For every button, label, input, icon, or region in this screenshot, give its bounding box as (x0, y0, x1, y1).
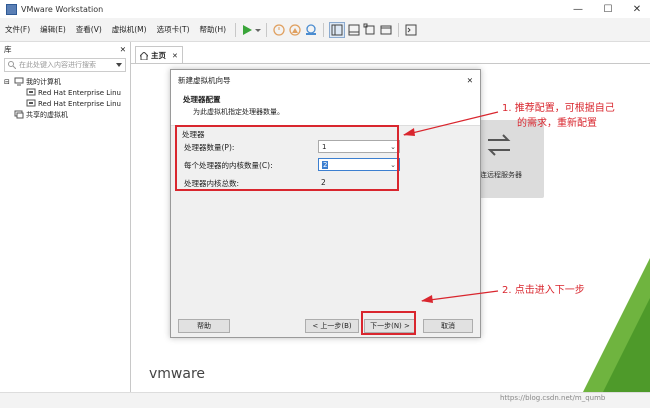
tree-item-label: 共享的虚拟机 (26, 110, 68, 119)
search-icon (8, 61, 16, 69)
search-dropdown-icon[interactable] (116, 62, 122, 68)
tree-item-label: Red Hat Enterprise Linu (38, 88, 121, 97)
computer-icon (14, 77, 24, 86)
library-search-input[interactable]: 在此处键入内容进行搜索 (4, 58, 126, 72)
vmware-green-decoration (575, 258, 650, 408)
menu-edit[interactable]: 编辑(E) (35, 24, 71, 35)
toolbar-separator (266, 22, 268, 37)
swap-arrows-icon (487, 134, 511, 156)
tab-home[interactable]: 主页 ✕ (135, 46, 183, 64)
new-vm-wizard-dialog: 新建虚拟机向导 ✕ 处理器配置 为此虚拟机指定处理器数量。 处理器 处理器数量(… (170, 69, 481, 338)
toolbar-separator (235, 22, 237, 37)
connect-remote-server-card[interactable]: 连远程服务器 (476, 120, 544, 198)
fullscreen-icon[interactable] (363, 22, 377, 38)
vmware-app-icon (6, 3, 17, 15)
tree-item-shared-vms[interactable]: 共享的虚拟机 (4, 109, 126, 120)
annotation-note-1-line-2: 的需求，重新配置 (517, 118, 597, 129)
console-icon[interactable] (404, 22, 418, 38)
snapshot-icon[interactable] (272, 22, 286, 38)
tree-item-my-computer[interactable]: ⊟ 我的计算机 (4, 76, 126, 87)
menu-view[interactable]: 查看(V) (71, 24, 107, 35)
toolbar-separator (323, 22, 325, 37)
home-icon (140, 51, 148, 60)
tab-close-icon[interactable]: ✕ (172, 52, 178, 60)
annotation-box-next-button (361, 311, 416, 335)
dialog-header: 处理器配置 为此虚拟机指定处理器数量。 (171, 90, 480, 126)
dialog-close-button[interactable]: ✕ (467, 76, 473, 85)
dialog-heading: 处理器配置 (183, 95, 221, 104)
unity-icon[interactable] (379, 22, 393, 38)
title-bar: VMware Workstation (0, 0, 650, 18)
toolbar-separator (398, 22, 400, 37)
watermark: https://blog.csdn.net/m_qumb (500, 394, 606, 402)
back-button[interactable]: < 上一步(B) (305, 319, 359, 333)
dialog-title: 新建虚拟机向导 (178, 75, 231, 85)
search-placeholder: 在此处键入内容进行搜索 (19, 61, 96, 69)
help-button[interactable]: 帮助 (178, 319, 230, 333)
library-view-icon[interactable] (329, 21, 346, 38)
menu-help[interactable]: 帮助(H) (195, 24, 232, 35)
thumbnail-view-icon[interactable] (347, 22, 361, 38)
revert-snapshot-icon[interactable] (288, 22, 302, 38)
dialog-title-bar: 新建虚拟机向导 ✕ (171, 70, 480, 90)
snapshot-manager-icon[interactable] (304, 22, 318, 38)
library-panel: 库 ✕ 在此处键入内容进行搜索 ⊟ 我的计算机 Red Hat Enterpri… (0, 42, 131, 392)
tab-home-label: 主页 (151, 51, 166, 60)
dialog-subheading: 为此虚拟机指定处理器数量。 (193, 108, 284, 116)
remote-server-label: 连远程服务器 (480, 171, 522, 179)
cancel-button[interactable]: 取消 (423, 319, 473, 333)
vmware-logo: vmware (149, 366, 206, 382)
library-title: 库 (4, 44, 12, 54)
menu-vm[interactable]: 虚拟机(M) (107, 24, 152, 35)
minimize-button[interactable]: — (565, 0, 591, 18)
menu-bar: 文件(F) 编辑(E) 查看(V) 虚拟机(M) 选项卡(T) 帮助(H) (0, 18, 650, 42)
play-dropdown-icon[interactable] (255, 22, 262, 38)
library-header: 库 ✕ (0, 42, 130, 56)
collapse-icon[interactable]: ⊟ (4, 78, 12, 86)
tree-item-vm[interactable]: Red Hat Enterprise Linu (4, 87, 126, 98)
tree-item-label: 我的计算机 (26, 77, 61, 86)
library-close-icon[interactable]: ✕ (120, 45, 126, 54)
vm-icon (26, 99, 36, 107)
library-tree: ⊟ 我的计算机 Red Hat Enterprise Linu Red Hat … (4, 76, 126, 120)
window-title: VMware Workstation (21, 4, 104, 14)
tree-item-vm[interactable]: Red Hat Enterprise Linu (4, 98, 126, 109)
maximize-button[interactable]: ☐ (595, 0, 621, 18)
annotation-note-2: 2. 点击进入下一步 (502, 285, 585, 296)
tab-divider (131, 63, 650, 64)
menu-file[interactable]: 文件(F) (0, 24, 35, 35)
menu-tabs[interactable]: 选项卡(T) (152, 24, 195, 35)
tree-item-label: Red Hat Enterprise Linu (38, 99, 121, 108)
close-window-button[interactable]: ✕ (624, 0, 650, 18)
vm-icon (26, 88, 36, 96)
play-icon[interactable] (241, 22, 253, 38)
shared-vm-icon (14, 110, 24, 119)
annotation-box-processor-config (175, 125, 399, 191)
annotation-note-1-line-1: 1. 推荐配置，可根据自己 (502, 103, 615, 114)
